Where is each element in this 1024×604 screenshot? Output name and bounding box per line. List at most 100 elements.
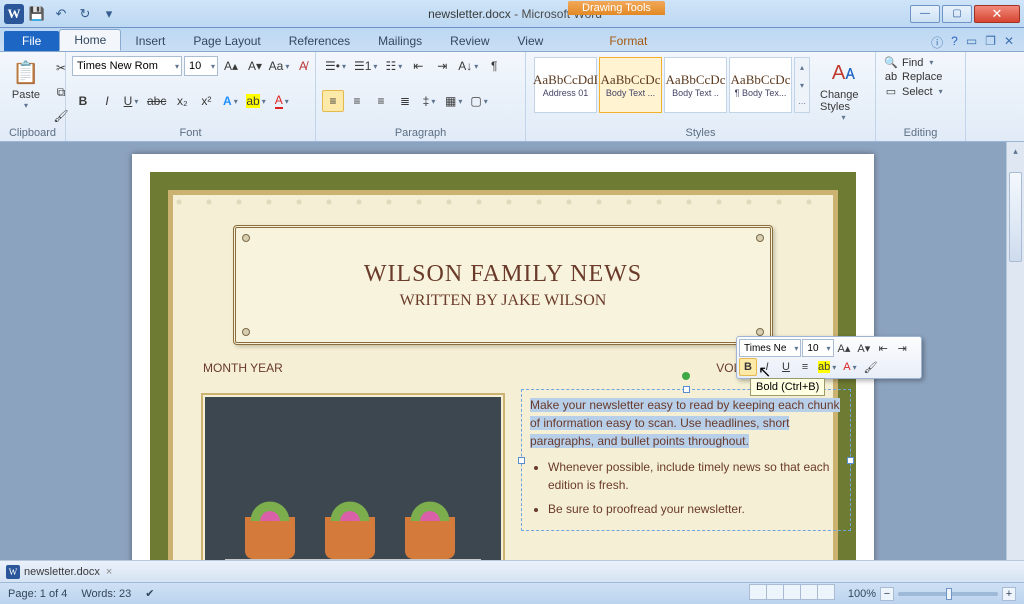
highlight-button[interactable]: ab bbox=[243, 90, 268, 112]
tab-view[interactable]: View bbox=[504, 31, 558, 51]
subscript-button[interactable]: x₂ bbox=[171, 90, 193, 112]
mini-size-combo[interactable]: 10 bbox=[802, 339, 833, 357]
docbar-filename[interactable]: newsletter.docx bbox=[24, 566, 100, 578]
italic-button[interactable]: I bbox=[96, 90, 118, 112]
font-name-combo[interactable]: Times New Rom bbox=[72, 56, 182, 76]
justify-button[interactable]: ≣ bbox=[394, 90, 416, 112]
selected-textbox[interactable]: Make your newsletter easy to read by kee… bbox=[521, 389, 851, 531]
style-item-0[interactable]: AaBbCcDdIAddress 01 bbox=[534, 57, 597, 113]
multilevel-button[interactable]: ☷ bbox=[382, 55, 405, 77]
resize-handle-n[interactable] bbox=[683, 386, 690, 393]
mini-center-button[interactable]: ≡ bbox=[796, 358, 814, 376]
file-tab[interactable]: File bbox=[4, 31, 59, 51]
sort-button[interactable]: A↓ bbox=[455, 55, 481, 77]
help-icon[interactable]: ? bbox=[951, 34, 958, 51]
format-painter-button[interactable]: 🖌 bbox=[50, 105, 72, 127]
style-item-2[interactable]: AaBbCcDcBody Text .. bbox=[664, 57, 727, 113]
zoom-in-button[interactable]: + bbox=[1002, 587, 1016, 601]
style-item-1[interactable]: AaBbCcDcBody Text ... bbox=[599, 57, 662, 113]
tab-format[interactable]: Format bbox=[595, 31, 661, 51]
change-styles-button[interactable]: Aᴀ Change Styles ▾ bbox=[818, 55, 869, 124]
increase-indent-button[interactable]: ⇥ bbox=[431, 55, 453, 77]
copy-button[interactable]: ⧉ bbox=[50, 81, 72, 103]
ribbon-minimize-icon[interactable]: ⓘ bbox=[931, 34, 943, 51]
superscript-button[interactable]: x² bbox=[195, 90, 217, 112]
tab-home[interactable]: Home bbox=[59, 29, 121, 51]
selected-text[interactable]: Make your newsletter easy to read by kee… bbox=[530, 398, 840, 448]
status-words[interactable]: Words: 23 bbox=[81, 588, 131, 600]
mini-highlight-button[interactable]: ab bbox=[815, 358, 839, 376]
style-item-3[interactable]: AaBbCcDc¶ Body Tex... bbox=[729, 57, 792, 113]
zoom-slider[interactable] bbox=[898, 592, 998, 596]
mini-grow-font[interactable]: A▴ bbox=[835, 339, 854, 357]
clear-formatting-button[interactable]: A̸ bbox=[292, 55, 314, 77]
select-button[interactable]: ▭Select▾ bbox=[882, 84, 959, 99]
strikethrough-button[interactable]: abc bbox=[144, 90, 169, 112]
mdi-minimize-icon[interactable]: ▭ bbox=[966, 34, 977, 51]
mini-increase-indent[interactable]: ⇥ bbox=[893, 339, 911, 357]
tab-insert[interactable]: Insert bbox=[121, 31, 179, 51]
bold-button[interactable]: B bbox=[72, 90, 94, 112]
list-item[interactable]: Whenever possible, include timely news s… bbox=[548, 458, 842, 494]
minimize-button[interactable]: — bbox=[910, 5, 940, 23]
tab-references[interactable]: References bbox=[275, 31, 364, 51]
redo-button[interactable]: ↻ bbox=[74, 3, 96, 25]
mini-decrease-indent[interactable]: ⇤ bbox=[874, 339, 892, 357]
zoom-thumb[interactable] bbox=[946, 588, 952, 600]
docbar-close-icon[interactable]: × bbox=[106, 566, 112, 578]
bullets-button[interactable]: ☰• bbox=[322, 55, 349, 77]
resize-handle-e[interactable] bbox=[847, 457, 854, 464]
tab-review[interactable]: Review bbox=[436, 31, 503, 51]
status-proofing-icon[interactable]: ✔ bbox=[145, 587, 154, 600]
font-size-combo[interactable]: 10 bbox=[184, 56, 218, 76]
tab-page-layout[interactable]: Page Layout bbox=[179, 31, 274, 51]
zoom-level[interactable]: 100% bbox=[848, 588, 876, 600]
gallery-up-icon[interactable]: ▴ bbox=[795, 58, 809, 76]
gallery-more-icon[interactable]: ⋯ bbox=[795, 94, 809, 112]
shading-button[interactable]: ▦ bbox=[442, 90, 465, 112]
gallery-down-icon[interactable]: ▾ bbox=[795, 76, 809, 94]
save-button[interactable]: 💾 bbox=[26, 3, 48, 25]
tab-mailings[interactable]: Mailings bbox=[364, 31, 436, 51]
scroll-up-icon[interactable]: ▴ bbox=[1007, 142, 1024, 160]
resize-handle-w[interactable] bbox=[518, 457, 525, 464]
view-outline[interactable] bbox=[800, 584, 818, 600]
list-item[interactable]: Be sure to proofread your newsletter. bbox=[548, 500, 842, 518]
shrink-font-button[interactable]: A▾ bbox=[244, 55, 266, 77]
view-web-layout[interactable] bbox=[783, 584, 801, 600]
mini-underline-button[interactable]: U bbox=[777, 358, 795, 376]
cut-button[interactable]: ✂ bbox=[50, 57, 72, 79]
maximize-button[interactable]: ▢ bbox=[942, 5, 972, 23]
borders-button[interactable]: ▢ bbox=[467, 90, 490, 112]
find-button[interactable]: 🔍Find▾ bbox=[882, 55, 959, 70]
paste-button[interactable]: 📋 Paste ▾ bbox=[6, 55, 46, 112]
view-draft[interactable] bbox=[817, 584, 835, 600]
mini-shrink-font[interactable]: A▾ bbox=[854, 339, 873, 357]
mini-font-color-button[interactable]: A bbox=[840, 358, 859, 376]
mdi-restore-icon[interactable]: ❐ bbox=[985, 34, 996, 51]
mini-bold-button[interactable]: B bbox=[739, 358, 757, 376]
font-color-button[interactable]: A bbox=[271, 90, 293, 112]
mini-font-combo[interactable]: Times Ne bbox=[739, 339, 801, 357]
line-spacing-button[interactable]: ‡ bbox=[418, 90, 440, 112]
mini-format-painter[interactable]: 🖌 bbox=[861, 358, 881, 376]
vertical-scrollbar[interactable]: ▴ ▾ bbox=[1006, 142, 1024, 582]
grow-font-button[interactable]: A▴ bbox=[220, 55, 242, 77]
align-center-button[interactable]: ≡ bbox=[346, 90, 368, 112]
qat-customize[interactable]: ▾ bbox=[98, 3, 120, 25]
align-left-button[interactable]: ≡ bbox=[322, 90, 344, 112]
underline-button[interactable]: U bbox=[120, 90, 142, 112]
decrease-indent-button[interactable]: ⇤ bbox=[407, 55, 429, 77]
text-effects-button[interactable]: A bbox=[219, 90, 241, 112]
zoom-out-button[interactable]: − bbox=[880, 587, 894, 601]
rotate-handle[interactable] bbox=[682, 372, 690, 380]
view-full-screen[interactable] bbox=[766, 584, 784, 600]
status-page[interactable]: Page: 1 of 4 bbox=[8, 588, 67, 600]
show-marks-button[interactable]: ¶ bbox=[483, 55, 505, 77]
change-case-button[interactable]: Aa bbox=[268, 55, 290, 77]
numbering-button[interactable]: ☰1 bbox=[351, 55, 380, 77]
close-button[interactable]: ✕ bbox=[974, 5, 1020, 23]
scroll-thumb[interactable] bbox=[1009, 172, 1022, 262]
undo-button[interactable]: ↶ bbox=[50, 3, 72, 25]
replace-button[interactable]: abReplace bbox=[882, 70, 959, 84]
